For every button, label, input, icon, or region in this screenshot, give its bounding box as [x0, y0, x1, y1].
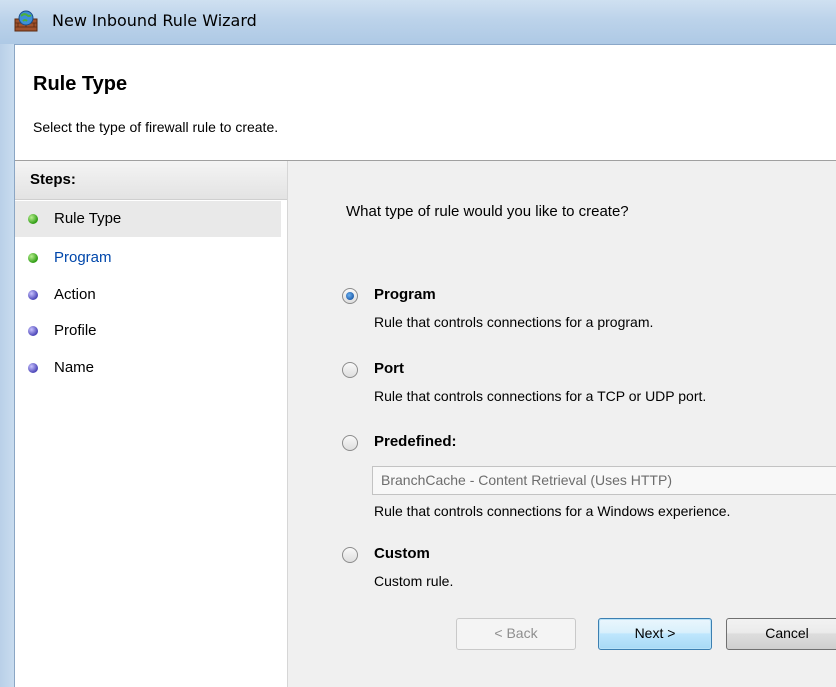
step-name: Name [15, 350, 281, 386]
option-label[interactable]: Predefined: [374, 433, 457, 450]
firewall-icon [14, 10, 38, 32]
next-button[interactable]: Next > [598, 618, 712, 650]
step-pending-icon [28, 363, 38, 373]
steps-heading-bar: Steps: [15, 161, 287, 200]
page-title: Rule Type [33, 73, 128, 95]
wizard-header: Rule Type Select the type of firewall ru… [15, 45, 836, 161]
step-complete-icon [28, 214, 38, 224]
step-pending-icon [28, 290, 38, 300]
step-label[interactable]: Program [54, 249, 112, 266]
option-label[interactable]: Program [374, 286, 436, 303]
predefined-select-value: BranchCache - Content Retrieval (Uses HT… [381, 472, 672, 488]
step-program[interactable]: Program [15, 240, 281, 276]
window-title: New Inbound Rule Wizard [52, 11, 257, 30]
port-radio[interactable] [342, 362, 358, 378]
step-label: Name [54, 359, 95, 376]
option-label[interactable]: Custom [374, 545, 430, 562]
steps-panel: Steps: Rule Type Program Action Profile … [15, 161, 288, 687]
rule-type-question: What type of rule would you like to crea… [346, 203, 629, 220]
step-profile: Profile [15, 313, 281, 349]
step-pending-icon [28, 326, 38, 336]
back-button[interactable]: < Back [456, 618, 576, 650]
window-frame-left [0, 44, 15, 687]
step-label: Action [54, 286, 96, 303]
option-description: Rule that controls connections for a TCP… [374, 388, 707, 404]
option-description: Rule that controls connections for a Win… [374, 503, 731, 519]
option-description: Custom rule. [374, 573, 454, 589]
step-label: Rule Type [54, 210, 122, 227]
step-label: Profile [54, 322, 97, 339]
step-rule-type: Rule Type [15, 201, 281, 237]
page-subtitle: Select the type of firewall rule to crea… [33, 119, 279, 135]
cancel-button[interactable]: Cancel [726, 618, 836, 650]
predefined-select[interactable]: BranchCache - Content Retrieval (Uses HT… [372, 466, 836, 495]
program-radio[interactable] [342, 288, 358, 304]
wizard-content: What type of rule would you like to crea… [288, 161, 836, 687]
option-label[interactable]: Port [374, 360, 404, 377]
title-bar: New Inbound Rule Wizard [0, 0, 836, 45]
custom-radio[interactable] [342, 547, 358, 563]
predefined-radio[interactable] [342, 435, 358, 451]
option-description: Rule that controls connections for a pro… [374, 314, 654, 330]
step-action: Action [15, 277, 281, 313]
step-complete-icon [28, 253, 38, 263]
steps-heading: Steps: [30, 171, 76, 188]
